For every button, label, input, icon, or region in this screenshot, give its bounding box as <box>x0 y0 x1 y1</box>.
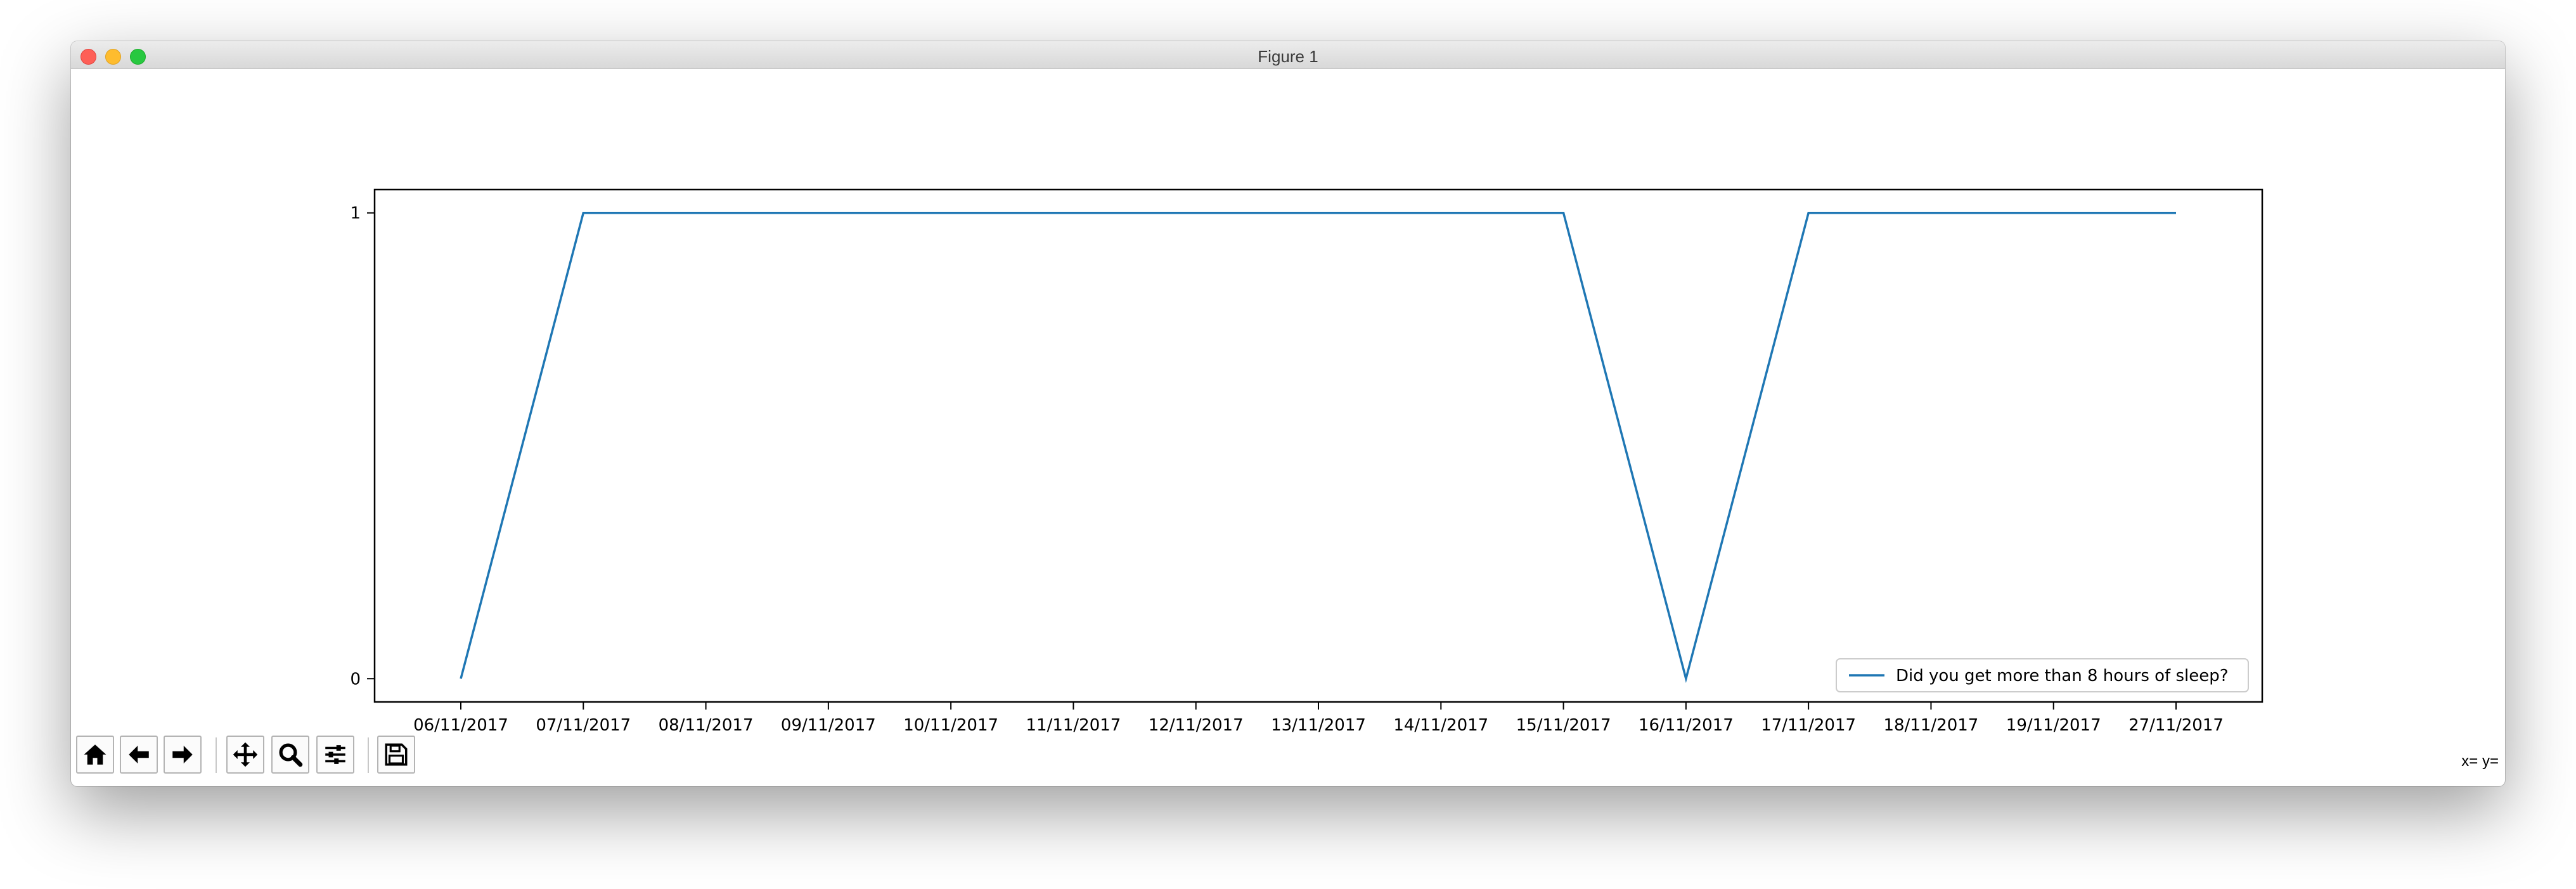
home-button[interactable] <box>76 736 114 774</box>
floppy-disk-icon <box>385 743 408 766</box>
search-icon <box>279 743 303 767</box>
x-tick-label: 11/11/2017 <box>1026 716 1121 735</box>
y-tick-label: 0 <box>350 670 361 689</box>
x-tick-label: 09/11/2017 <box>781 716 876 735</box>
title-bar: Figure 1 <box>71 41 2505 69</box>
x-tick-label: 18/11/2017 <box>1883 716 1978 735</box>
toolbar-separator <box>368 737 369 773</box>
pan-button[interactable] <box>226 736 264 774</box>
x-tick-label: 19/11/2017 <box>2006 716 2101 735</box>
forward-button[interactable] <box>164 736 202 774</box>
x-tick-label: 06/11/2017 <box>413 716 508 735</box>
toolbar-separator <box>216 737 217 773</box>
zoom-button[interactable] <box>271 736 309 774</box>
plot-canvas[interactable]: 0 1 06/11/2017 07/11/2017 08/11/2017 09/11/20… <box>71 69 2505 760</box>
home-icon <box>84 744 106 765</box>
cursor-coordinates: x= y= <box>2461 753 2499 770</box>
legend-label: Did you get more than 8 hours of sleep? <box>1896 666 2229 685</box>
x-tick-label: 17/11/2017 <box>1761 716 1856 735</box>
plot-frame <box>373 188 2264 703</box>
x-tick-label: 07/11/2017 <box>536 716 631 735</box>
figure-window: Figure 1 0 1 06/11/2017 07/11/2017 08/11/201… <box>71 41 2505 786</box>
sliders-icon <box>325 745 345 764</box>
save-button[interactable] <box>377 736 415 774</box>
y-tick-label: 1 <box>350 204 361 223</box>
window-title: Figure 1 <box>1258 47 1318 66</box>
x-tick-label: 14/11/2017 <box>1393 716 1488 735</box>
x-tick-label: 10/11/2017 <box>903 716 998 735</box>
arrow-right-icon <box>172 746 193 763</box>
x-tick-label: 13/11/2017 <box>1271 716 1366 735</box>
legend: Did you get more than 8 hours of sleep? <box>1836 658 2249 692</box>
x-tick-label: 15/11/2017 <box>1516 716 1611 735</box>
x-tick-label: 16/11/2017 <box>1639 716 1734 735</box>
back-button[interactable] <box>120 736 158 774</box>
x-tick-label: 08/11/2017 <box>659 716 754 735</box>
arrow-left-icon <box>129 746 149 763</box>
configure-subplots-button[interactable] <box>316 736 354 774</box>
x-tick-label: 27/11/2017 <box>2128 716 2224 735</box>
x-tick-label: 12/11/2017 <box>1149 716 1244 735</box>
move-icon <box>233 742 258 767</box>
